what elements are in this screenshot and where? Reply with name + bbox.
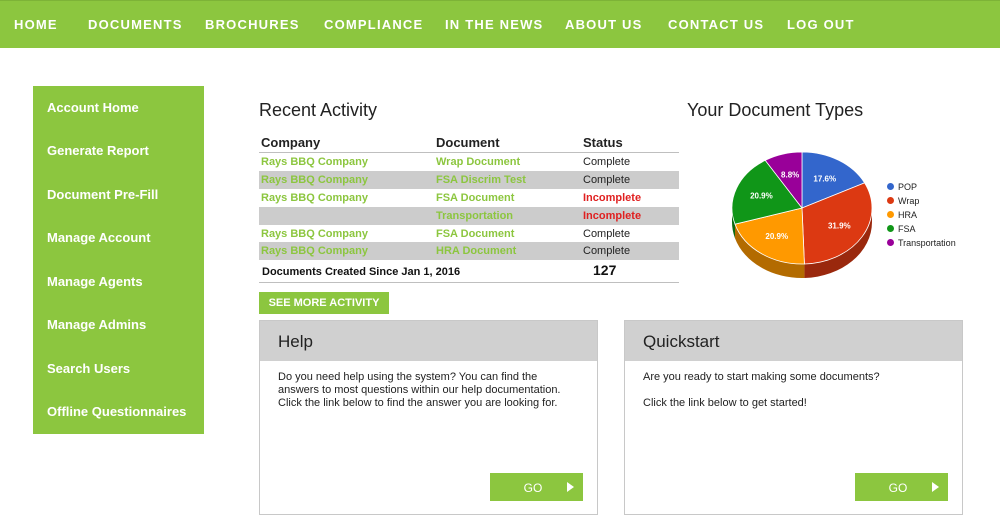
- row-company-link[interactable]: Rays BBQ Company: [261, 228, 368, 240]
- row-status: Complete: [583, 227, 631, 240]
- nav-documents[interactable]: DOCUMENTS: [88, 17, 183, 32]
- row-status: Complete: [583, 173, 631, 186]
- legend-label: POP: [898, 182, 918, 192]
- help-card-body: Do you need help using the system? You c…: [278, 371, 578, 410]
- pie-label-hra: 20.9%: [765, 232, 788, 241]
- quickstart-card-body: Are you ready to start making some docum…: [643, 371, 943, 410]
- pie-label-wrap: 31.9%: [828, 222, 851, 231]
- quickstart-card-text-2: Click the link below to get started!: [643, 397, 807, 409]
- quickstart-card-text-1: Are you ready to start making some docum…: [643, 371, 880, 383]
- recent-activity-table: Company Document Status Rays BBQ Company…: [259, 133, 679, 284]
- legend-label: HRA: [898, 210, 918, 220]
- nav-about-us[interactable]: ABOUT US: [565, 17, 643, 32]
- row-company-link[interactable]: Rays BBQ Company: [261, 156, 368, 168]
- recent-activity-title: Recent Activity: [259, 100, 378, 120]
- sidebar-item-generate-report[interactable]: Generate Report: [47, 143, 149, 158]
- help-card-title: Help: [278, 332, 313, 351]
- documents-total-row: Documents Created Since Jan 1, 2016 127: [259, 260, 679, 284]
- help-go-button[interactable]: GO: [490, 473, 583, 501]
- legend-label: FSA: [898, 224, 916, 234]
- sidebar-item-document-pre-fill[interactable]: Document Pre-Fill: [47, 187, 158, 202]
- legend-swatch: [887, 211, 894, 218]
- row-company-link[interactable]: Rays BBQ Company: [261, 174, 368, 186]
- row-status: Complete: [583, 156, 631, 168]
- nav-home[interactable]: HOME: [14, 17, 58, 32]
- arrow-right-icon: [932, 482, 939, 492]
- row-status: Incomplete: [583, 209, 642, 222]
- row-document-link[interactable]: FSA Document: [436, 228, 514, 240]
- table-row: Rays BBQ Company FSA Document Complete: [259, 225, 679, 243]
- document-types-pie-chart: 17.6% 31.9% 20.9% 20.9% 8.8%: [730, 148, 880, 284]
- table-row: Rays BBQ Company FSA Discrim Test Comple…: [259, 170, 679, 189]
- row-company-link[interactable]: Rays BBQ Company: [261, 245, 368, 257]
- row-status: Incomplete: [583, 191, 642, 204]
- documents-total-label: Documents Created Since Jan 1, 2016: [262, 266, 461, 279]
- pie-label-fsa: 20.9%: [750, 192, 773, 201]
- legend-swatch: [887, 197, 894, 204]
- pie-label-pop: 17.6%: [813, 174, 836, 183]
- sidebar-item-account-home[interactable]: Account Home: [47, 100, 139, 115]
- sidebar-item-manage-admins[interactable]: Manage Admins: [47, 317, 146, 332]
- pie-chart-svg: 17.6% 31.9% 20.9% 20.9% 8.8%: [731, 151, 873, 278]
- quickstart-go-button[interactable]: GO: [855, 473, 948, 501]
- row-document-link[interactable]: Wrap Document: [436, 156, 520, 168]
- table-row: Transportation Incomplete: [259, 206, 679, 225]
- table-header: Company Document Status: [259, 133, 679, 153]
- see-more-activity-button[interactable]: SEE MORE ACTIVITY: [259, 292, 389, 314]
- help-card-text: Do you need help using the system? You c…: [278, 371, 561, 409]
- sidebar-item-offline-questionnaires[interactable]: Offline Questionnaires: [47, 404, 186, 419]
- row-status: Complete: [583, 245, 631, 258]
- sidebar-item-search-users[interactable]: Search Users: [47, 361, 130, 376]
- sidebar-item-manage-account[interactable]: Manage Account: [47, 230, 151, 245]
- row-document-link[interactable]: FSA Document: [436, 192, 514, 204]
- legend-swatch: [887, 183, 894, 190]
- row-company-link[interactable]: Rays BBQ Company: [261, 192, 368, 204]
- quickstart-card: Quickstart Are you ready to start making…: [624, 320, 963, 515]
- table-row: Rays BBQ Company Wrap Document Complete: [259, 153, 679, 171]
- nav-contact-us[interactable]: CONTACT US: [668, 17, 764, 32]
- nav-in-the-news[interactable]: IN THE NEWS: [445, 17, 543, 32]
- row-document-link[interactable]: Transportation: [436, 210, 513, 222]
- table-row: Rays BBQ Company FSA Document Incomplete: [259, 189, 679, 207]
- legend-swatch: [887, 225, 894, 232]
- document-types-title: Your Document Types: [687, 100, 864, 120]
- help-card: Help Do you need help using the system? …: [259, 320, 598, 515]
- nav-brochures[interactable]: BROCHURES: [205, 17, 300, 32]
- column-header-company: Company: [261, 135, 321, 150]
- help-go-label: GO: [523, 481, 543, 495]
- legend-label: Transportation: [898, 238, 956, 248]
- top-navigation: HOME DOCUMENTS BROCHURES COMPLIANCE IN T…: [0, 0, 1000, 48]
- legend-label: Wrap: [898, 196, 920, 206]
- row-document-link[interactable]: FSA Discrim Test: [436, 174, 526, 186]
- pie-label-transportation: 8.8%: [781, 171, 799, 180]
- sidebar-menu: Account Home Generate Report Document Pr…: [33, 86, 204, 434]
- quickstart-go-label: GO: [888, 481, 908, 495]
- quickstart-card-title: Quickstart: [643, 332, 720, 351]
- arrow-right-icon: [567, 482, 574, 492]
- column-header-document: Document: [436, 135, 500, 150]
- row-document-link[interactable]: HRA Document: [436, 245, 516, 257]
- quickstart-card-header: Quickstart: [625, 321, 962, 361]
- legend-swatch: [887, 239, 894, 246]
- nav-compliance[interactable]: COMPLIANCE: [324, 17, 423, 32]
- table-row: Rays BBQ Company HRA Document Complete: [259, 242, 679, 261]
- column-header-status: Status: [583, 135, 623, 150]
- documents-total-count: 127: [593, 262, 617, 279]
- nav-log-out[interactable]: LOG OUT: [787, 17, 855, 32]
- sidebar-item-manage-agents[interactable]: Manage Agents: [47, 274, 143, 289]
- help-card-header: Help: [260, 321, 597, 361]
